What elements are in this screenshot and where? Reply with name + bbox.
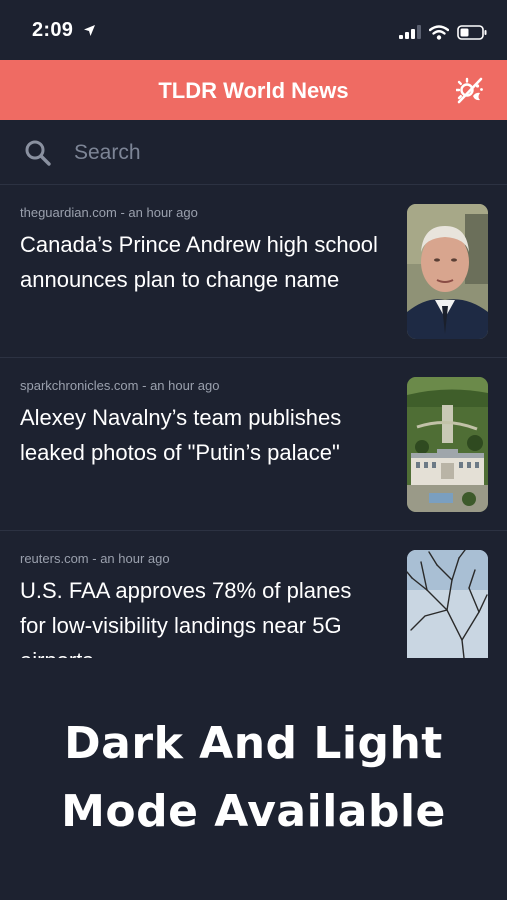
article-time: an hour ago <box>128 205 198 220</box>
article-title: Alexey Navalny’s team publishes leaked p… <box>20 405 342 465</box>
article-meta: theguardian.com - an hour ago <box>20 205 198 220</box>
article-source: reuters.com <box>20 551 89 566</box>
search-input[interactable] <box>74 136 474 170</box>
article-meta: reuters.com - an hour ago <box>20 551 170 566</box>
battery-icon <box>457 24 487 40</box>
location-arrow-icon <box>84 25 95 36</box>
status-bar: 2:09 <box>0 0 507 60</box>
cellular-signal-icon <box>399 25 421 39</box>
promo-line-1: Dark And Light <box>64 718 443 769</box>
search-icon <box>25 140 51 166</box>
news-item[interactable]: theguardian.com - an hour ago Canada’s P… <box>0 185 507 358</box>
aerial-palace-photo-icon <box>407 377 488 512</box>
status-indicators <box>399 22 487 42</box>
article-thumbnail <box>407 204 488 339</box>
article-thumbnail <box>407 377 488 512</box>
promo-text: Dark And Light Mode Available <box>0 710 507 846</box>
app-title: TLDR World News <box>158 78 349 103</box>
article-meta: sparkchronicles.com - an hour ago <box>20 378 220 393</box>
app-header: TLDR World News <box>0 60 507 120</box>
dark-light-mode-icon <box>456 77 483 104</box>
search-bar <box>0 120 507 185</box>
article-title: Canada’s Prince Andrew high school annou… <box>20 232 378 292</box>
promo-line-2: Mode Available <box>61 786 446 837</box>
news-item[interactable]: sparkchronicles.com - an hour ago Alexey… <box>0 358 507 531</box>
article-source: sparkchronicles.com <box>20 378 139 393</box>
theme-toggle-button[interactable] <box>455 75 485 105</box>
promo-banner: Dark And Light Mode Available <box>0 658 507 900</box>
article-time: an hour ago <box>150 378 220 393</box>
article-source: theguardian.com <box>20 205 117 220</box>
article-time: an hour ago <box>100 551 170 566</box>
portrait-photo-icon <box>407 204 488 339</box>
status-time: 2:09 <box>32 19 74 41</box>
wifi-icon <box>429 24 449 40</box>
